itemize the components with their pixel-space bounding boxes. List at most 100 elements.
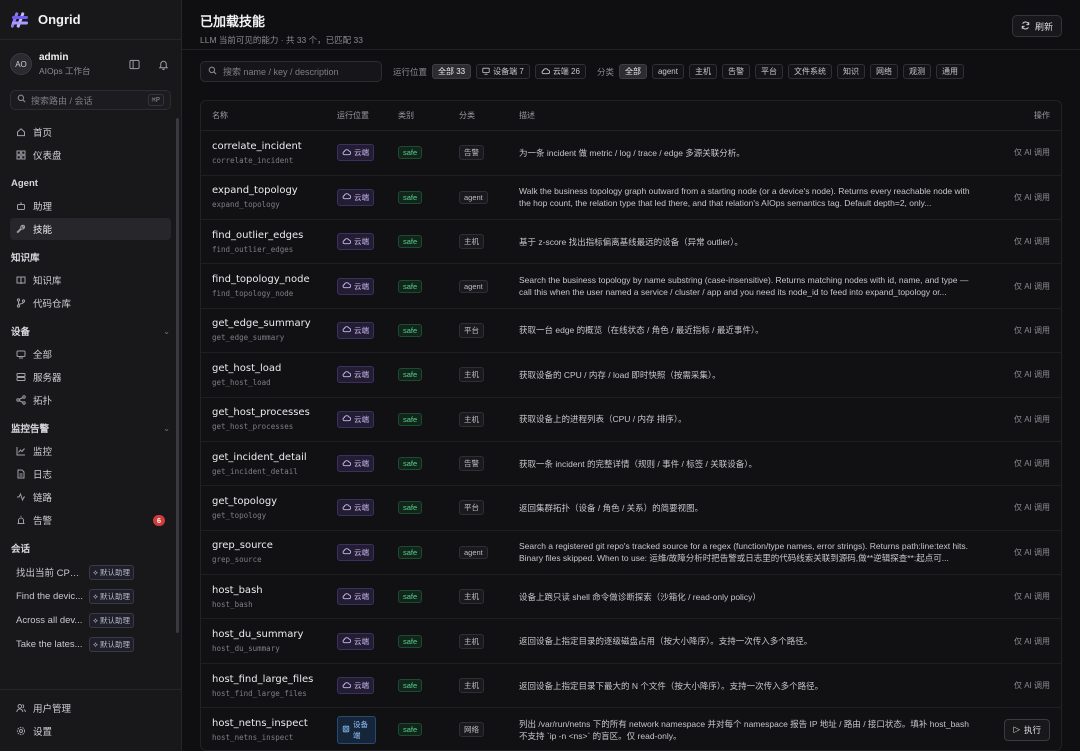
- skill-name: get_host_load: [212, 362, 282, 374]
- table-row[interactable]: host_netns_inspect host_netns_inspect 设备端 s…: [201, 707, 1061, 750]
- refresh-button[interactable]: 刷新: [1011, 15, 1062, 37]
- skill-name: grep_source: [212, 540, 273, 552]
- table-row[interactable]: host_du_summary host_du_summary 云端 safe 主机 返回…: [201, 618, 1061, 664]
- table-row[interactable]: host_find_large_files host_find_large_fil…: [201, 663, 1061, 709]
- server-icon: [16, 372, 26, 382]
- conversation-item[interactable]: Find the devic... ⟡ 默认助理: [10, 585, 171, 607]
- table-row[interactable]: get_host_processes get_host_processes 云端 sa…: [201, 397, 1061, 442]
- sidebar-item-alerts[interactable]: 告警 6: [10, 509, 171, 531]
- location-chip-all[interactable]: 全部 33: [432, 64, 472, 80]
- column-header-description[interactable]: 描述: [508, 100, 989, 132]
- cell-class: safe: [387, 352, 448, 398]
- section-monitoring[interactable]: 监控告警 ⌄: [10, 417, 171, 439]
- sidebar-item-settings[interactable]: 设置: [10, 720, 171, 742]
- skill-search-input[interactable]: 搜索 name / key / description: [200, 61, 382, 83]
- run-button[interactable]: ▷ 执行: [1004, 718, 1050, 741]
- sidebar-item-home[interactable]: 首页: [10, 121, 171, 143]
- sidebar-item-dashboard[interactable]: 仪表盘: [10, 144, 171, 166]
- category-chip[interactable]: 网络: [869, 64, 898, 80]
- location-chip-cloud[interactable]: 云端 26: [534, 64, 586, 80]
- safe-badge: safe: [398, 590, 423, 604]
- cell-actions: 仅 AI 调用: [989, 485, 1061, 531]
- skill-name: correlate_incident: [212, 140, 302, 152]
- section-devices[interactable]: 设备 ⌄: [10, 320, 171, 342]
- sidebar-item-all-devices[interactable]: 全部: [10, 343, 171, 365]
- table-row[interactable]: get_incident_detail get_incident_detail 云端…: [201, 441, 1061, 487]
- category-chip[interactable]: 告警: [721, 64, 750, 80]
- skill-key: host_find_large_files: [212, 688, 307, 698]
- route-search[interactable]: 搜索路由 / 会话 ⌘P: [10, 90, 171, 110]
- sidebar-item-topology[interactable]: 拓扑: [10, 389, 171, 411]
- sidebar-item-knowledge-base[interactable]: 知识库: [10, 269, 171, 291]
- table-row[interactable]: find_outlier_edges find_outlier_edges 云端 sa…: [201, 219, 1061, 265]
- cell-actions: 仅 AI 调用: [989, 308, 1061, 354]
- brand[interactable]: Ongrid: [0, 0, 181, 40]
- sidebar-item-monitor[interactable]: 监控: [10, 440, 171, 462]
- bell-icon[interactable]: [155, 56, 171, 72]
- sidebar-item-code-repos[interactable]: 代码仓库: [10, 292, 171, 314]
- table-row[interactable]: get_edge_summary get_edge_summary 云端 safe 平台…: [201, 308, 1061, 354]
- chevron-down-icon[interactable]: ⌄: [163, 424, 170, 433]
- table-row[interactable]: expand_topology expand_topology 云端 safe agen…: [201, 175, 1061, 220]
- chevron-down-icon[interactable]: ⌄: [163, 327, 170, 336]
- cell-category: 主机: [448, 574, 508, 620]
- table-row[interactable]: get_host_load get_host_load 云端 safe 主机 获取设备的 …: [201, 352, 1061, 398]
- table-row[interactable]: get_topology get_topology 云端 safe 平台 返回集群拓扑（设…: [201, 485, 1061, 531]
- category-chip[interactable]: agent: [651, 64, 684, 80]
- route-search-placeholder: 搜索路由 / 会话: [31, 95, 93, 106]
- sidebar-item-assistant[interactable]: 助理: [10, 195, 171, 217]
- category-badge: 平台: [459, 500, 484, 516]
- cell-actions: 仅 AI 调用: [989, 130, 1061, 176]
- cell-name: host_netns_inspect host_netns_inspect: [201, 707, 326, 750]
- column-header-class[interactable]: 类别: [387, 100, 448, 132]
- skill-description: 返回设备上指定目录的逐级磁盘占用（按大小降序）。支持一次传入多个路径。: [519, 636, 813, 647]
- sidebar-toggle-icon[interactable]: [126, 56, 142, 72]
- category-chip[interactable]: 主机: [688, 64, 717, 80]
- section-agent: Agent: [11, 177, 38, 189]
- sidebar-item-servers[interactable]: 服务器: [10, 366, 171, 388]
- page-title: 已加载技能: [200, 14, 266, 29]
- skill-description: Search the business topology by name sub…: [519, 275, 969, 298]
- cell-category: 平台: [448, 308, 508, 354]
- category-chip[interactable]: 知识: [836, 64, 865, 80]
- table-row[interactable]: correlate_incident correlate_incident 云端 sa…: [201, 130, 1061, 176]
- cloud-icon: [342, 459, 352, 469]
- location-badge: 云端: [337, 588, 374, 606]
- app-name: Ongrid: [38, 12, 81, 27]
- column-header-name[interactable]: 名称: [201, 100, 326, 132]
- table-row[interactable]: find_topology_node find_topology_node 云端 sa…: [201, 263, 1061, 309]
- cell-description: 获取设备的 CPU / 内存 / load 即时快照（按需采集）。: [508, 352, 989, 398]
- sidebar-item-traces[interactable]: 链路: [10, 486, 171, 508]
- avatar[interactable]: AO: [10, 53, 32, 75]
- table-row[interactable]: grep_source grep_source 云端 safe agent Search …: [201, 530, 1061, 576]
- ai-only-label: 仅 AI 调用: [1013, 592, 1050, 602]
- category-chip[interactable]: 通用: [935, 64, 964, 80]
- sidebar-item-skills[interactable]: 技能: [10, 218, 171, 240]
- conversation-item[interactable]: Across all dev... ⟡ 默认助理: [10, 609, 171, 631]
- table-row[interactable]: host_bash host_bash 云端 safe 主机 设备上跑只读 shell 命…: [201, 574, 1061, 620]
- skill-name: get_edge_summary: [212, 318, 311, 330]
- cloud-icon: [342, 414, 352, 424]
- conversation-item[interactable]: Take the lates... ⟡ 默认助理: [10, 633, 171, 655]
- cell-location: 云端: [326, 263, 387, 309]
- skill-name: find_topology_node: [212, 274, 310, 286]
- section-conversations: 会话: [11, 544, 31, 555]
- column-header-category[interactable]: 分类: [448, 100, 508, 132]
- category-chip[interactable]: 全部: [618, 64, 647, 80]
- sidebar-item-user-management[interactable]: 用户管理: [10, 697, 171, 719]
- category-chip[interactable]: 文件系统: [787, 64, 832, 80]
- location-chip-device[interactable]: 设备端 7: [476, 64, 530, 80]
- category-chip[interactable]: 平台: [754, 64, 783, 80]
- cloud-icon: [342, 370, 352, 380]
- cell-actions: 仅 AI 调用: [989, 175, 1061, 220]
- conversation-item[interactable]: 找出当前 CPU... ⟡ 默认助理: [10, 561, 171, 583]
- category-chip[interactable]: 观测: [902, 64, 931, 80]
- cell-name: get_host_load get_host_load: [201, 352, 326, 398]
- cell-actions: 仅 AI 调用: [989, 397, 1061, 442]
- column-header-location[interactable]: 运行位置: [326, 100, 387, 132]
- sidebar-scrollbar[interactable]: [176, 118, 179, 633]
- cell-category: 告警: [448, 130, 508, 176]
- cloud-icon: [342, 592, 352, 602]
- sidebar-item-logs[interactable]: 日志: [10, 463, 171, 485]
- cell-name: find_outlier_edges find_outlier_edges: [201, 219, 326, 265]
